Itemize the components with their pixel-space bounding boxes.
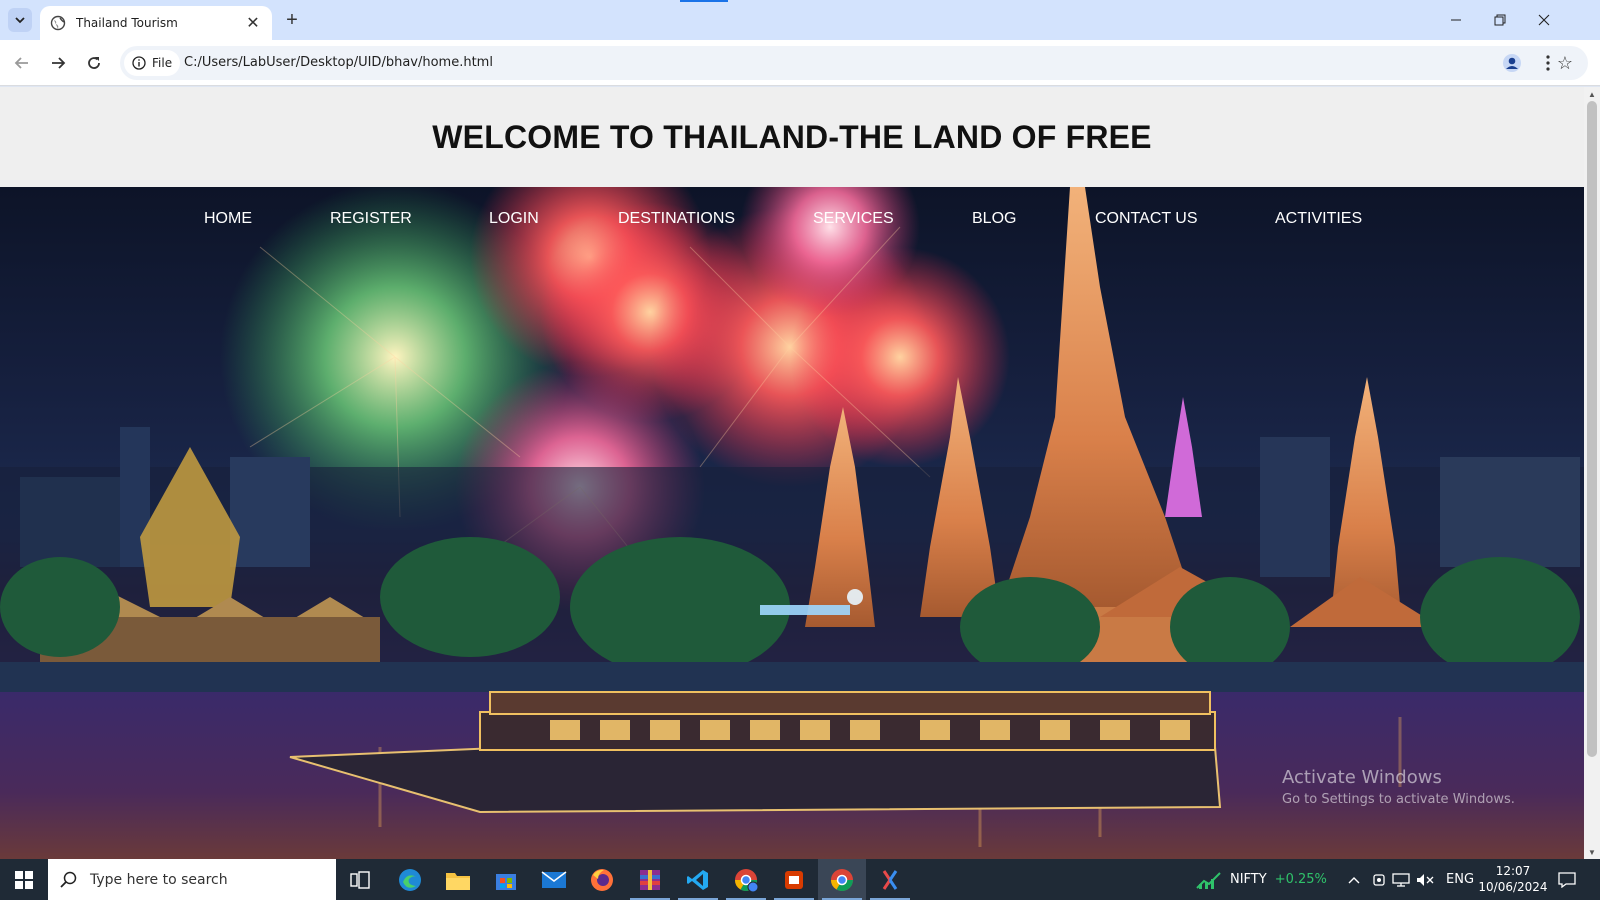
microsoft-store-icon[interactable] — [482, 859, 530, 900]
more-menu-icon[interactable] — [1534, 49, 1562, 77]
url-text[interactable]: C:/Users/LabUser/Desktop/UID/bhav/home.h… — [184, 55, 493, 70]
search-icon — [60, 871, 77, 888]
nav-register[interactable]: REGISTER — [330, 210, 412, 228]
browser-tab-strip: Thailand Tourism ✕ + — [0, 0, 1600, 40]
page-title: WELCOME TO THAILAND-THE LAND OF FREE — [432, 118, 1152, 155]
taskbar-clock[interactable]: 12:07 10/06/2024 — [1474, 863, 1552, 895]
page-viewport: WELCOME TO THAILAND-THE LAND OF FREE HOM… — [0, 87, 1584, 859]
windows-start-icon[interactable] — [0, 859, 48, 900]
chrome-icon[interactable] — [818, 859, 866, 900]
nav-login[interactable]: LOGIN — [489, 210, 539, 228]
globe-icon — [50, 15, 66, 31]
minimize-icon[interactable] — [1434, 6, 1478, 34]
scroll-up-arrow-icon[interactable]: ▲ — [1584, 87, 1600, 101]
nav-contact-us[interactable]: CONTACT US — [1095, 210, 1198, 228]
activate-windows-watermark: Activate Windows Go to Settings to activ… — [1282, 767, 1515, 807]
office-app-icon[interactable] — [770, 859, 818, 900]
windows-taskbar: Type here to search NIFTY +0.25% ENG 12:… — [0, 859, 1600, 900]
tab-close-icon[interactable]: ✕ — [244, 14, 262, 32]
nav-destinations[interactable]: DESTINATIONS — [618, 210, 735, 228]
notifications-icon[interactable] — [1558, 859, 1576, 900]
firefox-icon[interactable] — [578, 859, 626, 900]
watermark-title: Activate Windows — [1282, 767, 1442, 788]
scheme-label: File — [152, 56, 173, 70]
profile-avatar-icon[interactable] — [1498, 49, 1526, 77]
new-tab-button[interactable]: + — [280, 8, 304, 32]
vscode-icon[interactable] — [674, 859, 722, 900]
search-placeholder: Type here to search — [90, 871, 228, 888]
nav-blog[interactable]: BLOG — [972, 210, 1016, 228]
meet-now-icon[interactable] — [1372, 859, 1386, 900]
browser-tab[interactable]: Thailand Tourism ✕ — [40, 6, 272, 40]
hero-image — [0, 187, 1584, 859]
chrome-profile-icon[interactable] — [722, 859, 770, 900]
back-arrow-icon[interactable] — [8, 49, 36, 77]
tab-indicator — [680, 0, 728, 2]
main-nav: HOME REGISTER LOGIN DESTINATIONS SERVICE… — [0, 187, 1584, 253]
nifty-change: +0.25% — [1274, 872, 1327, 887]
nav-home[interactable]: HOME — [204, 210, 252, 228]
task-view-icon[interactable] — [336, 859, 384, 900]
clock-time: 12:07 — [1495, 864, 1531, 878]
browser-toolbar: File C:/Users/LabUser/Desktop/UID/bhav/h… — [0, 40, 1600, 86]
language-indicator[interactable]: ENG — [1446, 859, 1474, 900]
winrar-icon[interactable] — [626, 859, 674, 900]
vertical-scrollbar[interactable]: ▲ ▼ — [1584, 87, 1600, 859]
file-explorer-icon[interactable] — [434, 859, 482, 900]
nav-services[interactable]: SERVICES — [813, 210, 894, 228]
nifty-widget[interactable]: NIFTY +0.25% — [1196, 859, 1327, 900]
nifty-label: NIFTY — [1230, 872, 1267, 887]
tab-title: Thailand Tourism — [76, 16, 178, 30]
edge-browser-icon[interactable] — [386, 859, 434, 900]
page-header: WELCOME TO THAILAND-THE LAND OF FREE — [0, 87, 1584, 187]
network-icon[interactable] — [1392, 859, 1410, 900]
chevron-down-icon — [15, 17, 25, 24]
stock-chart-icon — [1196, 871, 1221, 889]
tray-overflow-icon[interactable] — [1348, 859, 1360, 900]
watermark-subtitle: Go to Settings to activate Windows. — [1282, 792, 1515, 807]
scroll-thumb[interactable] — [1587, 101, 1597, 757]
scroll-down-arrow-icon[interactable]: ▼ — [1584, 845, 1600, 859]
site-info-chip[interactable]: File — [124, 50, 181, 76]
volume-muted-icon[interactable] — [1416, 859, 1434, 900]
address-bar[interactable]: File C:/Users/LabUser/Desktop/UID/bhav/h… — [120, 46, 1588, 80]
nav-activities[interactable]: ACTIVITIES — [1275, 210, 1362, 228]
restore-icon[interactable] — [1478, 6, 1522, 34]
info-icon — [132, 56, 146, 70]
pinned-app-icon[interactable] — [866, 859, 914, 900]
mail-icon[interactable] — [530, 859, 578, 900]
forward-arrow-icon[interactable] — [44, 49, 72, 77]
close-icon[interactable] — [1522, 6, 1566, 34]
tab-search-button[interactable] — [8, 8, 32, 32]
taskbar-search-box[interactable]: Type here to search — [48, 859, 336, 900]
reload-icon[interactable] — [80, 49, 108, 77]
clock-date: 10/06/2024 — [1478, 880, 1548, 894]
hero-banner: HOME REGISTER LOGIN DESTINATIONS SERVICE… — [0, 187, 1584, 859]
